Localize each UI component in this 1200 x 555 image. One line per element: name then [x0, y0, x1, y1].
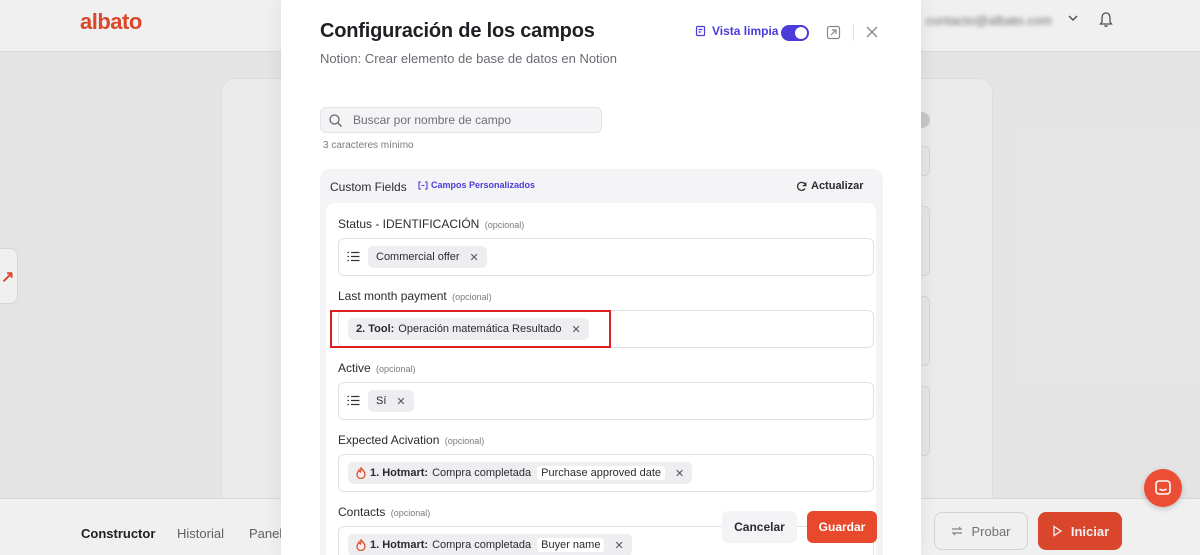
field-label: Active (opcional) [338, 361, 416, 375]
search-icon [329, 114, 342, 127]
active-field-input[interactable]: Sí ✕ [338, 382, 874, 420]
highlight-annotation [330, 310, 611, 348]
support-chat-button[interactable] [1144, 469, 1182, 507]
modal-subtitle: Notion: Crear elemento de base de datos … [320, 51, 618, 66]
remove-chip-icon[interactable]: ✕ [396, 395, 405, 408]
chip-subfield: Buyer name [537, 538, 605, 552]
chip-subfield: Purchase approved date [537, 466, 665, 480]
field-label-text: Last month payment [338, 289, 447, 303]
save-button[interactable]: Guardar [807, 511, 877, 543]
remove-chip-icon[interactable]: ✕ [675, 467, 684, 480]
status-field-input[interactable]: Commercial offer ✕ [338, 238, 874, 276]
chat-icon [1155, 480, 1171, 495]
field-label-text: Contacts [338, 505, 386, 519]
optional-tag: (opcional) [376, 364, 416, 374]
clean-view-label[interactable]: Vista limpia [695, 24, 778, 38]
list-icon [347, 395, 360, 406]
chip-text: Compra completada [432, 467, 532, 479]
clean-view-icon [695, 25, 706, 37]
chip-text: Compra completada [432, 539, 532, 551]
field-label: Last month payment (opcional) [338, 289, 492, 303]
custom-fields-panel: Custom Fields Campos Personalizados Actu… [320, 169, 883, 555]
refresh-label: Actualizar [811, 180, 864, 192]
field-label-text: Active [338, 361, 371, 375]
fields-list: Status - IDENTIFICACIÓN (opcional) Comme… [326, 203, 876, 555]
header-divider [853, 25, 854, 41]
value-chip: Sí ✕ [368, 390, 414, 412]
chip-source: 1. Hotmart: [370, 467, 429, 479]
expected-activation-field-input[interactable]: 1. Hotmart: Compra completada Purchase a… [338, 454, 874, 492]
clean-view-toggle[interactable] [781, 25, 809, 41]
optional-tag: (opcional) [444, 436, 485, 446]
search-hint: 3 caracteres mínimo [323, 140, 414, 151]
chip-source: 1. Hotmart: [370, 539, 429, 551]
chip-text: Sí [376, 395, 387, 407]
list-icon [347, 251, 360, 262]
value-chip: 1. Hotmart: Compra completada Buyer name… [348, 534, 632, 555]
field-config-modal: Configuración de los campos Notion: Crea… [281, 0, 921, 555]
optional-tag: (opcional) [390, 508, 431, 518]
field-label-text: Expected Acivation [338, 433, 440, 447]
optional-tag: (opcional) [452, 292, 492, 302]
search-input[interactable] [353, 112, 593, 128]
custom-fields-title: Custom Fields [330, 180, 407, 194]
optional-tag: (opcional) [484, 220, 525, 230]
value-chip: Commercial offer ✕ [368, 246, 487, 268]
modal-title: Configuración de los campos [320, 20, 595, 42]
close-icon[interactable] [865, 25, 879, 44]
chip-text: Commercial offer [376, 251, 460, 263]
custom-fields-badge: Campos Personalizados [418, 180, 535, 190]
hotmart-icon [356, 467, 366, 479]
remove-chip-icon[interactable]: ✕ [614, 539, 623, 552]
refresh-button[interactable]: Actualizar [796, 180, 864, 192]
remove-chip-icon[interactable]: ✕ [470, 251, 479, 264]
value-chip: 1. Hotmart: Compra completada Purchase a… [348, 462, 693, 484]
field-label: Contacts (opcional) [338, 505, 430, 519]
field-label: Status - IDENTIFICACIÓN (opcional) [338, 217, 524, 231]
bracket-icon [418, 180, 428, 190]
search-field [320, 107, 602, 133]
custom-fields-badge-text: Campos Personalizados [431, 180, 536, 190]
refresh-icon [797, 181, 807, 191]
pin-window-icon[interactable] [826, 25, 841, 45]
field-label-text: Status - IDENTIFICACIÓN [338, 217, 480, 231]
field-label: Expected Acivation (opcional) [338, 433, 484, 447]
clean-view-text: Vista limpia [712, 24, 779, 38]
hotmart-icon [356, 539, 366, 551]
cancel-button[interactable]: Cancelar [722, 511, 797, 543]
